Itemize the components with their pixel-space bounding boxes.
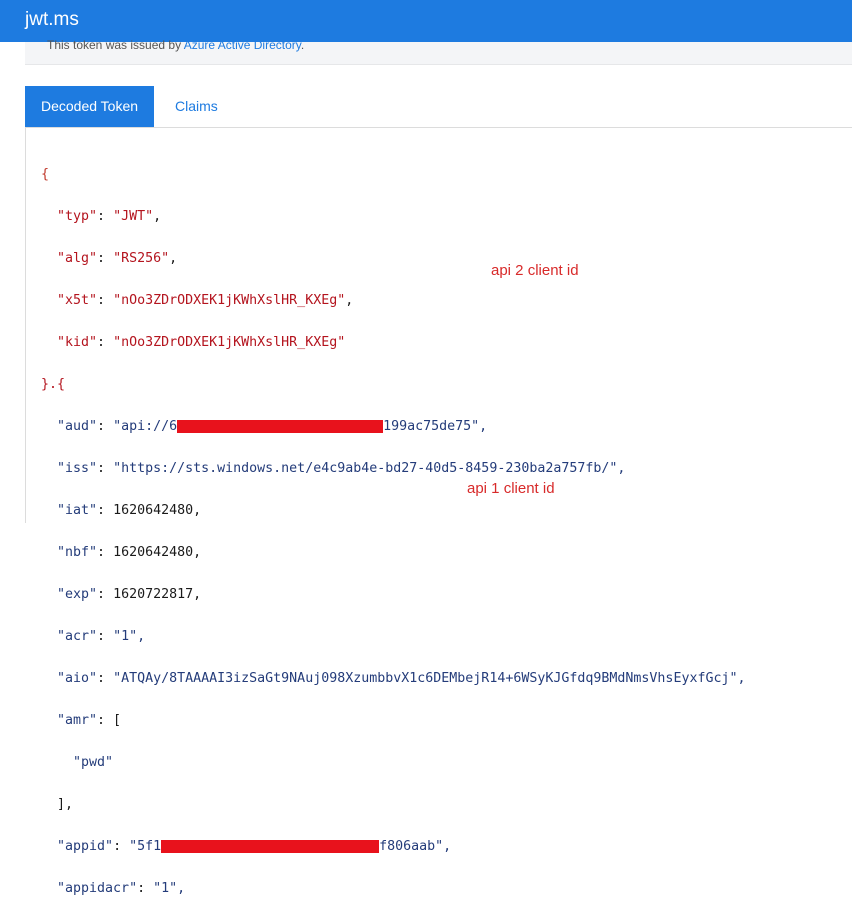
key-appidacr: "appidacr": [57, 881, 138, 896]
redaction-bar: [161, 839, 380, 853]
key-exp: "exp": [57, 587, 98, 602]
key-kid: "kid": [57, 335, 98, 350]
issuer-text: This token was issued by Azure Active Di…: [47, 38, 304, 52]
value-appid-suffix: f806aab",: [379, 839, 452, 854]
key-aud: "aud": [57, 419, 98, 434]
appid-annotation: api 1 client id: [467, 480, 555, 497]
key-aio: "aio": [57, 671, 98, 686]
issuer-suffix: .: [300, 38, 305, 52]
value-nbf: 1620642480,: [113, 545, 202, 560]
code-line: "kid": "nOo3ZDrODXEK1jKWhXslHR_KXEg": [57, 335, 346, 350]
code-line: "aio": "ATQAy/8TAAAAI3izSaGt9NAuj098Xzum…: [57, 671, 746, 686]
top-bar: jwt.ms: [0, 0, 852, 42]
code-line: "appid": "5f1 f806aab",: [57, 839, 452, 854]
issuer-link[interactable]: Azure Active Directory: [184, 38, 301, 52]
open-brace: {: [41, 167, 50, 182]
value-acr: "1",: [113, 629, 146, 644]
code-line: "typ": "JWT",: [57, 209, 162, 224]
value-typ: "JWT": [113, 209, 154, 224]
key-iss: "iss": [57, 461, 98, 476]
separator-brace: }.{: [41, 377, 66, 392]
code-line: {: [41, 164, 746, 185]
tab-decoded-token[interactable]: Decoded Token: [25, 86, 155, 127]
value-iat: 1620642480,: [113, 503, 202, 518]
code-line: "nbf": 1620642480,: [57, 545, 202, 560]
tab-claims[interactable]: Claims: [159, 86, 234, 127]
code-line: "aud": "api://6 199ac75de75",: [57, 419, 488, 434]
code-line: "amr": [: [57, 713, 122, 728]
issuer-banner: This token was issued by Azure Active Di…: [25, 38, 852, 65]
value-alg: "RS256": [113, 251, 170, 266]
value-appidacr: "1",: [153, 881, 186, 896]
code-line: }.{: [41, 374, 746, 395]
value-aio: "ATQAy/8TAAAAI3izSaGt9NAuj098XzumbbvX1c6…: [113, 671, 746, 686]
code-line: "appidacr": "1",: [57, 881, 186, 896]
key-iat: "iat": [57, 503, 98, 518]
code-line: "x5t": "nOo3ZDrODXEK1jKWhXslHR_KXEg",: [57, 293, 354, 308]
value-aud-suffix: 199ac75de75",: [383, 419, 488, 434]
value-x5t: "nOo3ZDrODXEK1jKWhXslHR_KXEg": [113, 293, 346, 308]
value-kid: "nOo3ZDrODXEK1jKWhXslHR_KXEg": [113, 335, 346, 350]
tab-bar: Decoded Token Claims: [25, 86, 852, 128]
code-line: "pwd": [41, 752, 746, 773]
key-acr: "acr": [57, 629, 98, 644]
value-amr-item: "pwd": [73, 755, 114, 770]
issuer-prefix: This token was issued by: [47, 38, 184, 52]
aud-annotation: api 2 client id: [491, 262, 579, 279]
key-nbf: "nbf": [57, 545, 98, 560]
decoded-token-code: { "typ": "JWT", "alg": "RS256", "x5t": "…: [41, 143, 746, 920]
key-amr: "amr": [57, 713, 98, 728]
value-appid-prefix: "5f1: [129, 839, 162, 854]
code-line: ],: [41, 797, 74, 812]
value-aud-prefix: "api://6: [113, 419, 178, 434]
value-exp: 1620722817,: [113, 587, 202, 602]
code-line: "exp": 1620722817,: [57, 587, 202, 602]
code-line: "acr": "1",: [57, 629, 146, 644]
app-brand[interactable]: jwt.ms: [25, 8, 79, 32]
key-appid: "appid": [57, 839, 114, 854]
value-iss: "https://sts.windows.net/e4c9ab4e-bd27-4…: [113, 461, 626, 476]
key-alg: "alg": [57, 251, 98, 266]
key-typ: "typ": [57, 209, 98, 224]
redaction-bar: [177, 419, 384, 433]
code-line: "iss": "https://sts.windows.net/e4c9ab4e…: [57, 461, 626, 476]
key-x5t: "x5t": [57, 293, 98, 308]
code-line: "iat": 1620642480,: [57, 503, 202, 518]
code-line: "alg": "RS256",: [57, 251, 178, 266]
